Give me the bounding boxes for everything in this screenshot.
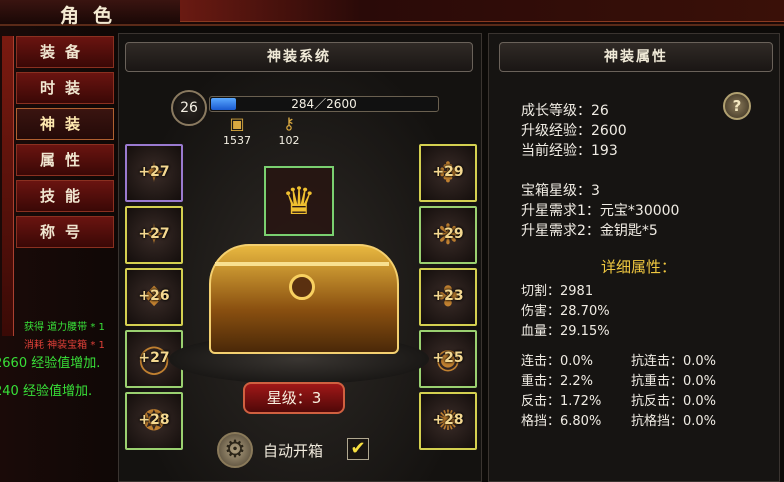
gear-slot[interactable]: ✺ +28 (419, 392, 477, 450)
helmet-icon: ♛ (281, 179, 317, 223)
log-line: 2660 经验值增加. (0, 356, 101, 371)
key-count: ⚷ 102 (267, 114, 311, 148)
stat-anti-block: 抗格挡：0.0% (631, 414, 717, 429)
stat-counter: 反击：1.72% (521, 394, 602, 409)
gear-plus-level: +28 (432, 412, 464, 428)
tab-titles[interactable]: 称号 (16, 216, 114, 248)
stat-block: 格挡：6.80% (521, 414, 602, 429)
stat-anti-combo: 抗连击：0.0% (631, 354, 717, 369)
chest-reward-item: ♛ (264, 166, 334, 236)
stat-cut: 切割：2981 (521, 284, 594, 299)
log-line: 消耗 神装宝箱 * 1 (24, 340, 105, 351)
chest-count-value: 1537 (223, 134, 251, 147)
auto-open-checkbox[interactable]: ✔ (347, 438, 369, 460)
star-requirement-1: 升星需求1：元宝*30000 (521, 203, 680, 219)
tab-skills[interactable]: 技能 (16, 180, 114, 212)
gear-slot[interactable]: ❖ +26 (125, 268, 183, 326)
stat-combo: 连击：0.0% (521, 354, 594, 369)
key-count-value: 102 (278, 134, 300, 147)
treasure-chest-icon: ▣ (229, 114, 245, 133)
gear-plus-level: +26 (138, 288, 170, 304)
window-title-bar: 角色 (0, 0, 784, 27)
star-requirement-2: 升星需求2：金钥匙*5 (521, 223, 658, 239)
gear-slot[interactable]: ❋ +29 (419, 206, 477, 264)
chest-star: 宝箱星级：3 (521, 183, 600, 199)
tab-divine-gear[interactable]: 神装 (16, 108, 114, 140)
stat-heavy: 重击：2.2% (521, 374, 594, 389)
treasure-chest[interactable]: ♛ (209, 166, 399, 354)
golden-key-icon: ⚷ (283, 114, 295, 133)
attributes-title: 神装属性 (499, 42, 773, 72)
gear-plus-level: +27 (138, 226, 170, 242)
gear-plus-level: +29 (432, 226, 464, 242)
gear-plus-level: +23 (432, 288, 464, 304)
gear-slot[interactable]: ❂ +28 (125, 392, 183, 450)
upgrade-exp: 升级经验：2600 (521, 123, 627, 139)
current-exp: 当前经验：193 (521, 143, 618, 159)
stat-damage: 伤害：28.70% (521, 304, 610, 319)
tab-attributes[interactable]: 属性 (16, 144, 114, 176)
exp-bar: 284／2600 (209, 96, 439, 112)
level-badge: 26 (171, 90, 207, 126)
panel-title: 神装系统 (125, 42, 473, 72)
log-line: 获得 道力腰带 * 1 (24, 322, 105, 333)
tab-equipment[interactable]: 装备 (16, 36, 114, 68)
title-bar-decoration (180, 0, 784, 22)
detail-attributes-title: 详细属性： (601, 258, 677, 276)
gear-slot[interactable]: ✦ +27 (125, 144, 183, 202)
chest-count: ▣ 1537 (215, 114, 259, 148)
stat-anti-counter: 抗反击：0.0% (631, 394, 717, 409)
divine-gear-panel: 神装系统 26 284／2600 ▣ 1537 ⚷ 102 ✦ +27 ✧ +2… (118, 33, 482, 482)
help-icon[interactable]: ? (723, 92, 751, 120)
stat-hp: 血量：29.15% (521, 324, 610, 339)
gear-slot[interactable]: ✤ +23 (419, 268, 477, 326)
stat-anti-heavy: 抗重击：0.0% (631, 374, 717, 389)
auto-open-toggle[interactable]: ⚙ 自动开箱 ✔ (217, 432, 377, 468)
gear-slot[interactable]: ✥ +29 (419, 144, 477, 202)
tab-fashion[interactable]: 时装 (16, 72, 114, 104)
combat-log: 获得 道力腰带 * 1 消耗 神装宝箱 * 1 2660 经验值增加. 240 … (0, 314, 130, 414)
chest-lid-trim (215, 262, 389, 266)
chest-lock-icon (289, 274, 315, 300)
gear-slot[interactable]: ✧ +27 (125, 206, 183, 264)
gear-plus-level: +29 (432, 164, 464, 180)
exp-text: 284／2600 (291, 97, 357, 111)
gear-icon: ⚙ (217, 432, 253, 468)
auto-open-label: 自动开箱 (263, 442, 324, 460)
sidebar-decoration (2, 36, 14, 336)
log-line: 240 经验值增加. (0, 384, 93, 399)
growth-level: 成长等级：26 (521, 103, 609, 119)
gear-plus-level: +27 (138, 164, 170, 180)
window-title: 角色 (60, 5, 127, 27)
attributes-panel: 神装属性 ? 成长等级：26 升级经验：2600 当前经验：193 宝箱星级：3… (488, 33, 780, 482)
gear-plus-level: +25 (432, 350, 464, 366)
gear-plus-level: +28 (138, 412, 170, 428)
star-level-button[interactable]: 星级：3 (243, 382, 345, 414)
